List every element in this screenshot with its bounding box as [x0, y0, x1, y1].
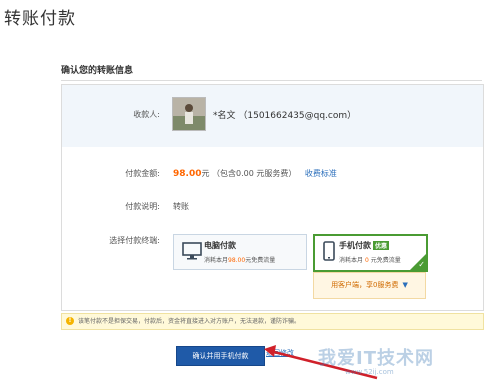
payee-label: 收款人:	[133, 110, 160, 119]
description-label: 付款说明:	[125, 202, 160, 211]
method-label: 选择付款终端:	[109, 236, 160, 245]
pc-sub-num: 98.00	[228, 257, 246, 264]
warning-icon: !	[66, 317, 74, 325]
phone-sub-prefix: 消耗本月	[339, 257, 364, 264]
watermark-text: 我爱IT技术网	[318, 348, 434, 369]
warning-text: 该笔付款不是担保交易，付款后，资金将直接进入对方账户，无法退款，谨防诈骗。	[78, 318, 301, 325]
monitor-icon	[182, 242, 202, 260]
fee-standard-link[interactable]: 收费标准	[305, 169, 337, 178]
page-title: 转账付款	[4, 9, 76, 29]
phone-icon	[323, 241, 335, 261]
watermark-url: www.52ij.com	[345, 368, 394, 376]
amount-label: 付款金额:	[125, 169, 160, 178]
pc-sub-suffix: 元免费流量	[245, 257, 276, 264]
pc-sub-prefix: 消耗本月	[204, 257, 229, 264]
phone-option-sub: 消耗本月 0 元免费流量	[339, 255, 401, 264]
phone-option-title: 手机付款 优惠	[339, 240, 390, 251]
pc-option-sub: 消耗本月98.00元免费流量	[204, 255, 275, 264]
description-value: 转账	[173, 202, 189, 211]
pc-option-title: 电脑付款	[204, 241, 236, 250]
amount-row: 98.00元 （包含0.00 元服务费） 收费标准	[173, 168, 337, 179]
amount-value: 98.00	[173, 169, 202, 179]
amount-unit: 元	[201, 169, 210, 178]
divider	[61, 80, 482, 81]
pay-option-pc[interactable]: 电脑付款 消耗本月98.00元免费流量	[173, 234, 307, 270]
pay-option-phone[interactable]: 手机付款 优惠 消耗本月 0 元免费流量 ✓	[313, 234, 428, 272]
section-title: 确认您的转账信息	[61, 66, 134, 76]
payee-name: *名文 （1501662435@qq.com）	[213, 111, 357, 121]
discount-tag: 优惠	[373, 241, 390, 250]
check-icon: ✓	[418, 260, 425, 269]
client-promo-text: 用客户端，享0服务费	[331, 281, 399, 289]
phone-sub-num: 0	[364, 257, 369, 264]
warning-bar: ! 该笔付款不是担保交易，付款后，资金将直接进入对方账户，无法退款，谨防诈骗。	[61, 313, 484, 330]
chevron-down-icon: ▼	[402, 281, 408, 289]
phone-option-title-text: 手机付款	[339, 241, 371, 250]
phone-sub-suffix: 元免费流量	[370, 257, 401, 264]
avatar-photo-icon	[173, 98, 205, 130]
fee-note: （包含0.00 元服务费）	[212, 169, 297, 178]
confirm-phone-pay-button[interactable]: 确认并用手机付款	[176, 346, 265, 366]
client-promo[interactable]: 用客户端，享0服务费 ▼	[313, 272, 426, 299]
avatar	[172, 97, 206, 131]
